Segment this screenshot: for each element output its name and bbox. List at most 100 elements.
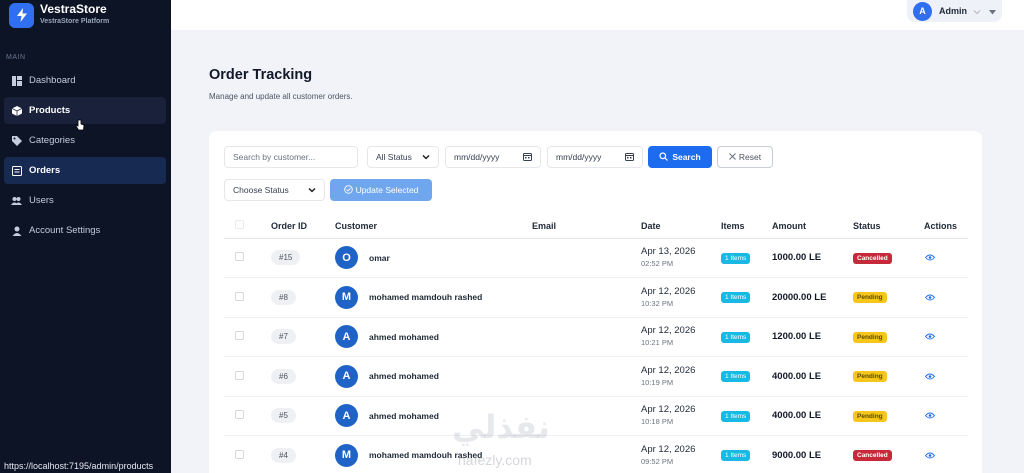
status-badge: Pending bbox=[853, 292, 887, 304]
lightning-bolt-icon bbox=[9, 2, 34, 28]
column-header-date: Date bbox=[641, 214, 721, 239]
row-checkbox[interactable] bbox=[235, 291, 244, 301]
row-checkbox[interactable] bbox=[235, 252, 244, 262]
eye-icon[interactable] bbox=[924, 291, 936, 303]
sidebar-item-dashboard[interactable]: Dashboard bbox=[4, 67, 166, 94]
date-to-input[interactable]: mm/dd/yyyy bbox=[547, 146, 643, 168]
search-button[interactable]: Search bbox=[648, 146, 712, 168]
sidebar-item-label: Users bbox=[29, 195, 54, 206]
sidebar-item-label: Dashboard bbox=[29, 75, 76, 86]
customer-avatar: M bbox=[335, 443, 358, 467]
order-date: Apr 13, 2026 bbox=[641, 246, 696, 258]
sidebar-item-categories[interactable]: Categories bbox=[4, 127, 166, 154]
brand[interactable]: VestraStore VestraStore Platform bbox=[0, 0, 171, 30]
user-menu[interactable]: A Admin bbox=[907, 0, 1002, 22]
caret-down-icon bbox=[989, 2, 996, 20]
items-badge: 1 Items bbox=[721, 252, 751, 264]
customer-name: ahmed mohamed bbox=[369, 371, 439, 382]
table-row: #5 Aahmed mohamed Apr 12, 2026 10:18 PM 1 It… bbox=[224, 396, 968, 436]
sidebar-item-products[interactable]: Products bbox=[4, 97, 166, 124]
column-header-customer: Customer bbox=[335, 214, 532, 239]
customer-name: mohamed mamdouh rashed bbox=[369, 450, 483, 461]
reset-button-label: Reset bbox=[738, 152, 762, 162]
search-input[interactable]: Search by customer... bbox=[224, 146, 358, 168]
orders-table-body: #15 Oomar Apr 13, 2026 02:52 PM 1 Items 1000.… bbox=[224, 238, 968, 473]
search-button-label: Search bbox=[672, 152, 701, 162]
eye-icon[interactable] bbox=[924, 252, 936, 264]
order-date: Apr 12, 2026 bbox=[641, 285, 696, 297]
calendar-icon[interactable] bbox=[523, 152, 532, 163]
order-date: Apr 12, 2026 bbox=[641, 404, 696, 416]
order-amount: 9000.00 LE bbox=[772, 449, 822, 461]
column-header-email: Email bbox=[532, 214, 641, 239]
order-id[interactable]: #5 bbox=[271, 408, 296, 424]
chevron-down-icon bbox=[973, 2, 981, 20]
order-time: 10:32 PM bbox=[641, 298, 674, 308]
table-row: #6 Aahmed mohamed Apr 12, 2026 10:19 PM 1 It… bbox=[224, 356, 968, 397]
search-icon bbox=[659, 151, 669, 163]
status-filter-select[interactable]: All Status bbox=[367, 146, 439, 168]
status-badge: Cancelled bbox=[853, 450, 892, 462]
order-id[interactable]: #4 bbox=[271, 447, 296, 463]
receipt-icon bbox=[10, 164, 23, 177]
status-badge: Pending bbox=[853, 331, 887, 343]
bulk-status-value: Choose Status bbox=[233, 185, 289, 195]
customer-avatar: A bbox=[335, 364, 358, 388]
eye-icon[interactable] bbox=[924, 410, 936, 422]
calendar-icon[interactable] bbox=[625, 152, 634, 163]
brand-subtitle: VestraStore Platform bbox=[40, 18, 110, 25]
sidebar-item-users[interactable]: Users bbox=[4, 187, 166, 214]
order-id[interactable]: #6 bbox=[271, 368, 296, 384]
dashboard-icon bbox=[10, 74, 23, 87]
sidebar-section-label: MAIN bbox=[6, 54, 26, 61]
column-header-order-id: Order ID bbox=[271, 214, 335, 239]
page-subtitle: Manage and update all customer orders. bbox=[209, 92, 353, 101]
order-time: 10:18 PM bbox=[641, 417, 674, 427]
sidebar-item-label: Orders bbox=[29, 165, 61, 176]
order-id[interactable]: #7 bbox=[271, 329, 296, 345]
items-badge: 1 Items bbox=[721, 292, 751, 304]
row-checkbox[interactable] bbox=[235, 410, 244, 420]
column-header-items: Items bbox=[721, 214, 772, 239]
order-time: 02:52 PM bbox=[641, 259, 674, 269]
date-from-value: mm/dd/yyyy bbox=[454, 152, 500, 162]
order-id[interactable]: #8 bbox=[271, 289, 296, 305]
order-time: 10:21 PM bbox=[641, 338, 674, 348]
orders-card: Search by customer... All Status mm/dd/y… bbox=[209, 131, 982, 473]
column-header-amount: Amount bbox=[772, 214, 853, 239]
order-date: Apr 12, 2026 bbox=[641, 364, 696, 376]
column-header-actions: Actions bbox=[924, 214, 968, 239]
items-badge: 1 Items bbox=[721, 371, 751, 383]
tag-icon bbox=[10, 134, 23, 147]
box-icon bbox=[10, 104, 23, 117]
status-badge: Pending bbox=[853, 371, 887, 383]
update-selected-label: Update Selected bbox=[355, 185, 419, 195]
update-selected-button[interactable]: Update Selected bbox=[330, 179, 432, 201]
date-from-input[interactable]: mm/dd/yyyy bbox=[445, 146, 541, 168]
row-checkbox[interactable] bbox=[235, 449, 244, 459]
orders-table: Order ID Customer Email Date Items Amoun… bbox=[224, 214, 968, 473]
customer-name: ahmed mohamed bbox=[369, 410, 439, 421]
order-amount: 1000.00 LE bbox=[772, 252, 822, 264]
select-all-checkbox[interactable] bbox=[235, 220, 244, 230]
table-row: #7 Aahmed mohamed Apr 12, 2026 10:21 PM 1 It… bbox=[224, 317, 968, 357]
chevron-down-icon bbox=[422, 152, 430, 162]
reset-button[interactable]: Reset bbox=[717, 146, 773, 168]
eye-icon[interactable] bbox=[924, 370, 936, 382]
brand-name: VestraStore bbox=[40, 2, 107, 16]
users-icon bbox=[10, 194, 23, 207]
status-filter-value: All Status bbox=[376, 152, 412, 162]
bulk-status-select[interactable]: Choose Status bbox=[224, 179, 325, 201]
sidebar-item-orders[interactable]: Orders bbox=[4, 157, 166, 184]
sidebar-item-label: Account Settings bbox=[29, 225, 101, 236]
row-checkbox[interactable] bbox=[235, 331, 244, 341]
date-to-value: mm/dd/yyyy bbox=[556, 152, 602, 162]
eye-icon[interactable] bbox=[924, 449, 936, 461]
sidebar-item-account-settings[interactable]: Account Settings bbox=[4, 217, 166, 244]
eye-icon[interactable] bbox=[924, 331, 936, 343]
column-header-status: Status bbox=[853, 214, 924, 239]
order-id[interactable]: #15 bbox=[271, 250, 301, 266]
customer-name: omar bbox=[369, 252, 390, 263]
row-checkbox[interactable] bbox=[235, 370, 244, 380]
close-icon bbox=[729, 152, 736, 162]
